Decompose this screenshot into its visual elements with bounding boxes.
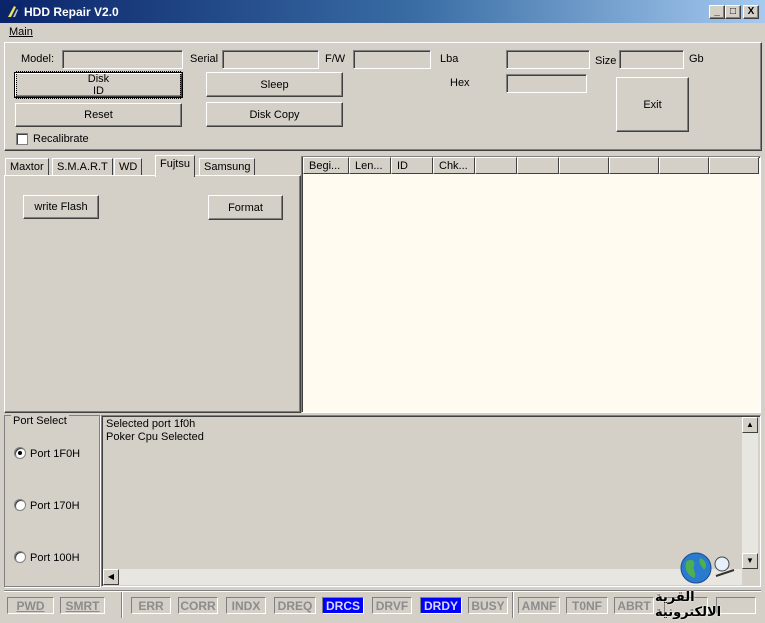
status-divider: [121, 592, 122, 618]
column-begin[interactable]: Begi...: [303, 157, 349, 174]
drdy-indicator: DRDY: [420, 597, 462, 614]
column-id[interactable]: ID: [391, 157, 433, 174]
log-vertical-scrollbar[interactable]: [742, 417, 758, 569]
size-label: Size: [595, 55, 617, 67]
indx-indicator: INDX: [226, 597, 266, 614]
column-header[interactable]: [517, 157, 559, 174]
port-100h-label: Port 100H: [30, 552, 80, 564]
tab-wd[interactable]: WD: [114, 158, 143, 176]
tab-maxtor[interactable]: Maxtor: [5, 158, 49, 176]
minimize-icon: _: [714, 6, 720, 17]
gb-label: Gb: [689, 53, 704, 65]
window-title: HDD Repair V2.0: [24, 5, 119, 19]
port-100h-radio[interactable]: [14, 551, 26, 563]
log-text: Selected port 1f0h Poker Cpu Selected: [106, 418, 204, 444]
lba-field[interactable]: [506, 50, 590, 69]
watermark-text: القرية الالكترونية: [655, 590, 722, 620]
dreq-indicator: DREQ: [274, 597, 316, 614]
fw-label: F/W: [325, 53, 346, 65]
disk-id-button[interactable]: Disk ID: [14, 71, 183, 99]
tab-smart[interactable]: S.M.A.R.T: [52, 158, 113, 176]
app-icon: [4, 3, 21, 20]
sleep-button[interactable]: Sleep: [206, 72, 343, 97]
port-170h-radio[interactable]: [14, 499, 26, 511]
column-header[interactable]: [559, 157, 609, 174]
abrt-indicator: ABRT: [614, 597, 654, 614]
recalibrate-label: Recalibrate: [33, 133, 89, 145]
serial-field[interactable]: [222, 50, 319, 69]
menu-main[interactable]: Main: [9, 26, 33, 38]
status-divider: [512, 592, 513, 618]
port-1f0h-radio[interactable]: [14, 447, 26, 459]
format-button[interactable]: Format: [208, 195, 283, 220]
column-header[interactable]: [709, 157, 759, 174]
scroll-down-arrow-icon[interactable]: ▼: [742, 553, 758, 569]
exit-button[interactable]: Exit: [616, 77, 689, 132]
model-label: Model:: [21, 53, 55, 65]
t0nf-indicator: T0NF: [566, 597, 608, 614]
tab-fujitsu[interactable]: Fujtsu: [155, 155, 195, 177]
disk-copy-button[interactable]: Disk Copy: [206, 102, 343, 127]
drvf-indicator: DRVF: [372, 597, 412, 614]
scroll-up-arrow-icon[interactable]: ▲: [742, 417, 758, 433]
close-icon: X: [747, 6, 755, 17]
busy-indicator: BUSY: [468, 597, 508, 614]
fw-field[interactable]: [353, 50, 431, 69]
size-field[interactable]: [619, 50, 684, 69]
model-field[interactable]: [62, 50, 183, 69]
scroll-left-arrow-icon[interactable]: ◀: [103, 569, 119, 585]
hex-field[interactable]: [506, 74, 587, 93]
column-length[interactable]: Len...: [349, 157, 391, 174]
log-line: Selected port 1f0h: [106, 418, 196, 430]
port-1f0h-label: Port 1F0H: [30, 448, 81, 460]
err-indicator: ERR: [131, 597, 171, 614]
hex-label: Hex: [450, 77, 470, 89]
menu-bar: Main: [0, 23, 765, 41]
pwd-indicator: PWD: [7, 597, 54, 614]
log-horizontal-scrollbar[interactable]: [103, 569, 742, 585]
globe-logo-icon: [680, 552, 735, 584]
tab-samsung[interactable]: Samsung: [199, 158, 256, 176]
maximize-icon: □: [729, 6, 737, 17]
corr-indicator: CORR: [178, 597, 218, 614]
close-button[interactable]: X: [743, 5, 759, 19]
column-header[interactable]: [659, 157, 709, 174]
maximize-button[interactable]: □: [725, 5, 741, 19]
sector-list[interactable]: [301, 156, 761, 413]
column-header[interactable]: [475, 157, 517, 174]
smrt-indicator: SMRT: [60, 597, 105, 614]
port-170h-label: Port 170H: [30, 500, 80, 512]
drcs-indicator: DRCS: [322, 597, 364, 614]
port-select-title: Port Select: [11, 415, 69, 427]
minimize-button[interactable]: _: [709, 5, 725, 19]
write-flash-button[interactable]: write Flash: [23, 195, 99, 219]
column-header[interactable]: [609, 157, 659, 174]
amnf-indicator: AMNF: [518, 597, 560, 614]
title-bar: HDD Repair V2.0 _ □ X: [0, 0, 765, 23]
serial-label: Serial: [190, 53, 219, 65]
lba-label: Lba: [440, 53, 459, 65]
log-line: Poker Cpu Selected: [106, 431, 204, 443]
recalibrate-checkbox[interactable]: [16, 133, 28, 145]
reset-button[interactable]: Reset: [15, 103, 182, 127]
column-checksum[interactable]: Chk...: [433, 157, 475, 174]
